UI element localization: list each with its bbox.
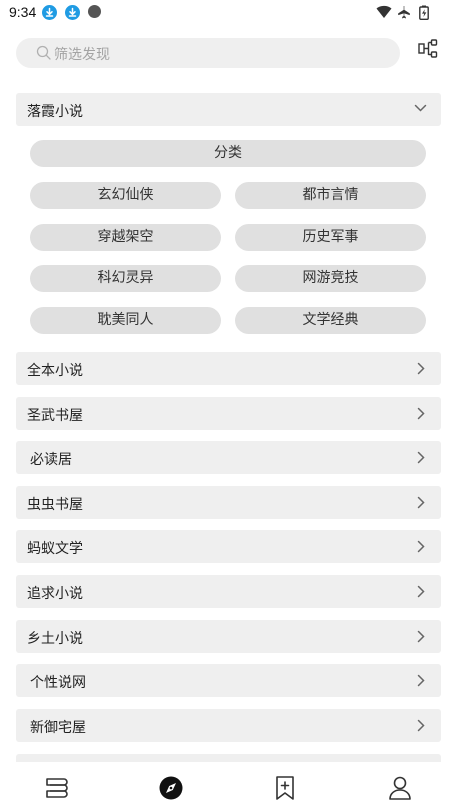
source-name: 必读居 [30,452,72,468]
bookshelf-icon[interactable] [43,774,71,802]
source-row[interactable]: 新御宅屋 [16,709,441,742]
bookmark-add-icon[interactable] [271,774,299,802]
category-pill[interactable]: 网游竞技 [235,265,426,292]
source-name: 全本小说 [27,363,83,379]
category-pill[interactable]: 历史军事 [235,224,426,251]
chevron-right-icon [417,451,425,464]
category-pill[interactable]: 穿越架空 [30,224,221,251]
chevron-right-icon [417,496,425,509]
source-row[interactable]: 圣武书屋 [16,397,441,430]
group-header-luoxia[interactable]: 落霞小说 [16,93,441,126]
category-pill[interactable]: 都市言情 [235,182,426,209]
status-time: 9:34 [9,4,37,20]
source-name: 圣武书屋 [27,408,83,424]
category-pill[interactable]: 科幻灵异 [30,265,221,292]
search-icon [36,45,51,60]
source-row-partial[interactable] [16,754,441,762]
profile-icon[interactable] [386,774,414,802]
source-row[interactable]: 乡土小说 [16,620,441,653]
chevron-right-icon [417,407,425,420]
chevron-right-icon [417,719,425,732]
wifi-icon [376,5,392,18]
group-title: 落霞小说 [27,104,83,120]
category-pill[interactable]: 文学经典 [235,307,426,334]
chevron-right-icon [417,585,425,598]
chevron-down-icon [414,104,427,112]
chevron-right-icon [417,540,425,553]
source-name: 乡土小说 [27,631,83,647]
source-row[interactable]: 虫虫书屋 [16,486,441,519]
source-row[interactable]: 必读居 [16,441,441,474]
source-name: 追求小说 [27,586,83,602]
search-placeholder: 筛选发现 [54,47,110,63]
source-name: 蚂蚁文学 [27,541,83,557]
group-manage-icon[interactable] [418,39,438,59]
source-name: 新御宅屋 [30,720,86,736]
source-row[interactable]: 全本小说 [16,352,441,385]
source-row[interactable]: 追求小说 [16,575,441,608]
chevron-right-icon [417,362,425,375]
battery-icon [419,5,429,20]
chevron-right-icon [417,674,425,687]
download-icon [42,5,57,20]
status-bar: 9:34 [0,0,457,26]
source-name: 虫虫书屋 [27,497,83,513]
source-name: 个性说网 [30,675,86,691]
source-row[interactable]: 个性说网 [16,664,441,697]
source-row[interactable]: 蚂蚁文学 [16,530,441,563]
category-pill[interactable]: 玄幻仙侠 [30,182,221,209]
bottom-nav [0,762,457,812]
airplane-icon [398,6,410,19]
category-pill[interactable]: 耽美同人 [30,307,221,334]
discover-compass-icon[interactable] [157,774,185,802]
notification-dot-icon [88,5,101,18]
download-icon-2 [65,5,80,20]
search-input[interactable]: 筛选发现 [16,38,400,68]
chevron-right-icon [417,630,425,643]
category-header-pill[interactable]: 分类 [30,140,426,167]
